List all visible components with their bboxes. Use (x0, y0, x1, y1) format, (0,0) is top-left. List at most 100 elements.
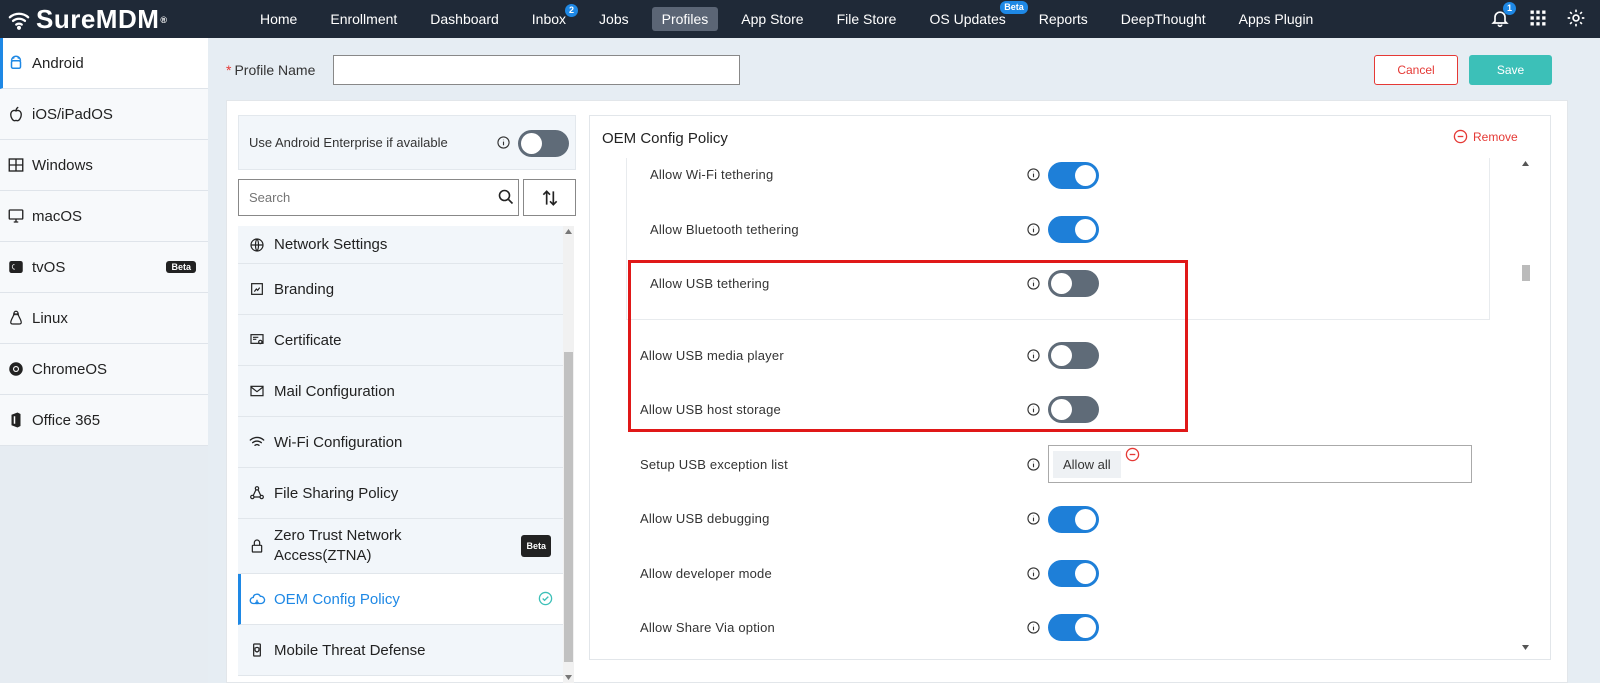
nav-deepthought[interactable]: DeepThought (1111, 7, 1216, 31)
setting-label-bluetooth-tethering: Allow Bluetooth tethering (650, 222, 799, 237)
scroll-up-icon[interactable] (1522, 161, 1529, 166)
policy-item-mail-configuration[interactable]: Mail Configuration (238, 366, 563, 417)
policy-item-mobile-threat-defense[interactable]: Mobile Threat Defense (238, 625, 563, 676)
tv-icon (6, 257, 26, 277)
android-enterprise-label: Use Android Enterprise if available (249, 135, 448, 150)
nav-os-updates[interactable]: OS Updates Beta (919, 1, 1028, 31)
cloud-icon (248, 590, 266, 608)
toggle-usb-debugging[interactable] (1048, 506, 1099, 533)
phone-shield-icon (248, 641, 266, 659)
toggle-knob (1075, 509, 1096, 530)
exception-chip-allow-all[interactable]: Allow all (1053, 451, 1121, 478)
policy-item-label: Branding (274, 280, 335, 298)
setting-label-developer-mode: Allow developer mode (640, 566, 772, 581)
android-enterprise-toggle[interactable] (518, 130, 569, 157)
save-button[interactable]: Save (1469, 55, 1552, 85)
setting-label-wifi-tethering: Allow Wi-Fi tethering (650, 167, 774, 182)
notification-count-badge: 1 (1503, 2, 1516, 15)
scrollbar-thumb[interactable] (564, 352, 573, 662)
nav-jobs[interactable]: Jobs (589, 7, 639, 31)
remove-label: Remove (1473, 129, 1518, 144)
toggle-knob (1075, 563, 1096, 584)
policy-search-input[interactable] (238, 179, 519, 216)
toggle-bluetooth-tethering[interactable] (1048, 216, 1099, 243)
android-icon (6, 53, 26, 73)
policy-item-certificate[interactable]: Certificate (238, 315, 563, 366)
sort-button[interactable] (523, 179, 576, 216)
policy-list-scrollbar[interactable] (563, 226, 574, 683)
nav-reports[interactable]: Reports (1029, 7, 1098, 31)
top-navigation-bar: SureMDM ® Home Enrollment Dashboard Inbox… (0, 0, 1600, 38)
required-star: * (226, 62, 232, 78)
info-icon[interactable] (1027, 458, 1040, 471)
policy-item-label: Mail Configuration (274, 382, 395, 400)
nav-inbox-label: Inbox (531, 11, 567, 27)
scrollbar-thumb[interactable] (1522, 265, 1530, 281)
apps-grid-icon[interactable] (1528, 8, 1550, 30)
bell-icon[interactable]: 1 (1490, 2, 1516, 30)
nav-home[interactable]: Home (250, 7, 307, 31)
policy-item-oem-config[interactable]: OEM Config Policy (238, 574, 563, 625)
nav-os-updates-label: OS Updates (929, 11, 1006, 27)
search-icon[interactable] (498, 189, 514, 205)
profile-name-input[interactable] (333, 55, 740, 85)
nav-apps-plugin[interactable]: Apps Plugin (1229, 7, 1324, 31)
sidebar-item-label: Office 365 (32, 411, 101, 429)
brand-mark: ® (160, 14, 168, 25)
nav-inbox[interactable]: Inbox 2 (522, 4, 579, 31)
scroll-up-icon[interactable] (565, 229, 572, 234)
scroll-down-icon[interactable] (1522, 645, 1529, 650)
nav-enrollment[interactable]: Enrollment (320, 7, 407, 31)
sidebar-item-macos[interactable]: macOS (0, 191, 208, 242)
office-icon (6, 410, 26, 430)
sidebar-item-windows[interactable]: Windows (0, 140, 208, 191)
info-icon[interactable] (1027, 567, 1040, 580)
sidebar-item-android[interactable]: Android (0, 38, 208, 89)
policy-item-file-sharing[interactable]: File Sharing Policy (238, 468, 563, 519)
ztna-beta-badge: Beta (521, 535, 551, 557)
info-icon[interactable] (1027, 621, 1040, 634)
gear-icon[interactable] (1566, 8, 1588, 30)
annotation-highlight-box (628, 260, 1188, 432)
policy-item-ztna[interactable]: Zero Trust Network Access(ZTNA) Beta (238, 519, 563, 574)
nav-dashboard[interactable]: Dashboard (420, 7, 509, 31)
oem-panel-scrollbar[interactable] (1520, 158, 1532, 655)
inbox-count-badge: 2 (565, 4, 579, 17)
info-icon[interactable] (497, 136, 510, 149)
nav-profiles[interactable]: Profiles (651, 7, 719, 31)
nav-right-icons: 1 (1474, 2, 1588, 30)
sidebar-item-label: ChromeOS (32, 360, 108, 378)
policy-item-branding[interactable]: Branding (238, 264, 563, 315)
sidebar-item-label: Android (32, 54, 84, 72)
sidebar-item-ios[interactable]: iOS/iPadOS (0, 89, 208, 140)
scroll-down-icon[interactable] (565, 675, 572, 680)
toggle-developer-mode[interactable] (1048, 560, 1099, 587)
setting-label-share-via: Allow Share Via option (640, 620, 775, 635)
cancel-button[interactable]: Cancel (1374, 55, 1458, 85)
toggle-share-via[interactable] (1048, 614, 1099, 641)
toggle-knob (521, 133, 542, 154)
nav-app-store[interactable]: App Store (731, 7, 813, 31)
sidebar-item-chromeos[interactable]: ChromeOS (0, 344, 208, 395)
remove-button[interactable]: Remove (1453, 129, 1518, 144)
sidebar-item-office-365[interactable]: Office 365 (0, 395, 208, 446)
info-icon[interactable] (1027, 168, 1040, 181)
suremdm-logo[interactable]: SureMDM ® (8, 4, 168, 35)
info-icon[interactable] (1027, 223, 1040, 236)
sidebar-item-label: tvOS (32, 258, 66, 276)
policy-item-network-settings[interactable]: Network Settings (238, 226, 563, 264)
policy-item-label: Mobile Threat Defense (274, 641, 426, 659)
brand-name: SureMDM (36, 4, 160, 34)
sidebar-item-linux[interactable]: Linux (0, 293, 208, 344)
toggle-wifi-tethering[interactable] (1048, 162, 1099, 189)
policy-item-wifi-configuration[interactable]: Wi-Fi Configuration (238, 417, 563, 468)
chip-remove-icon[interactable] (1125, 447, 1140, 462)
mail-icon (248, 382, 266, 400)
sidebar-item-tvos[interactable]: tvOS Beta (0, 242, 208, 293)
policy-item-label: OEM Config Policy (274, 590, 400, 608)
info-icon[interactable] (1027, 512, 1040, 525)
nav-file-store[interactable]: File Store (827, 7, 907, 31)
policy-item-label: Network Settings (274, 236, 388, 253)
share-icon (248, 484, 266, 502)
globe-icon (248, 236, 266, 254)
